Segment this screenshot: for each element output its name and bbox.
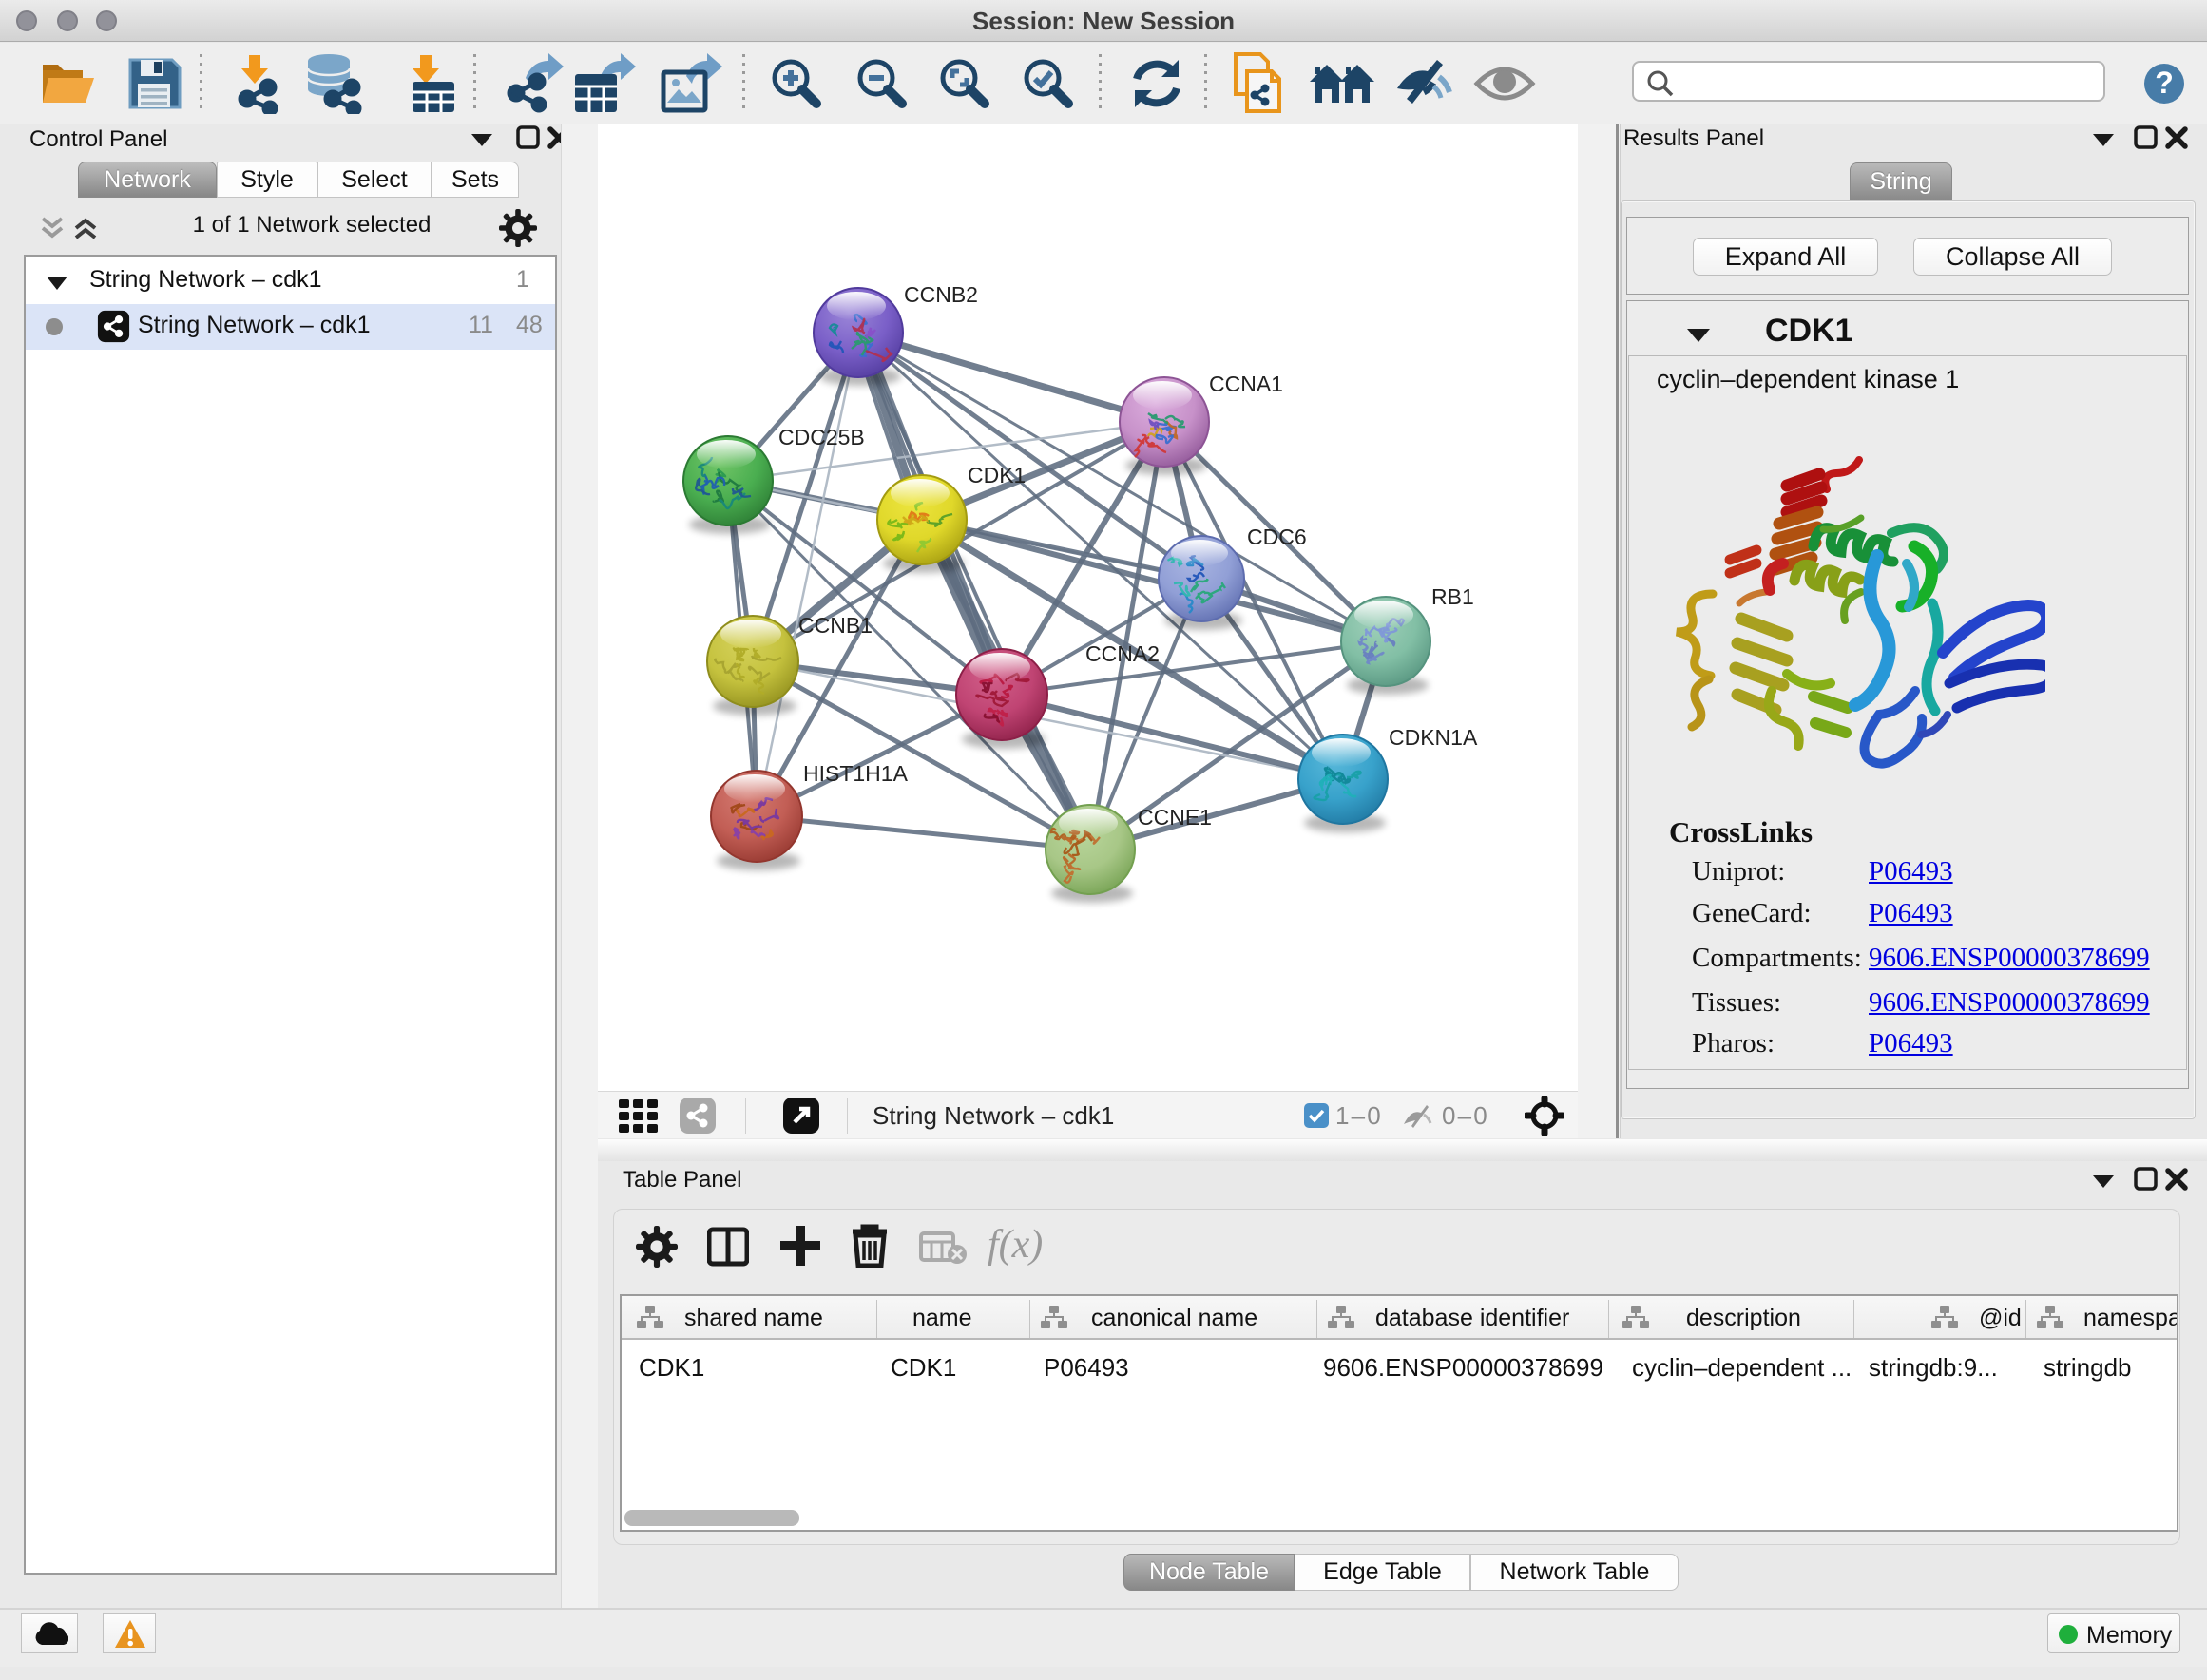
svg-text:RB1: RB1: [1431, 584, 1474, 609]
svg-text:CCNB2: CCNB2: [904, 282, 978, 307]
svg-text:CCNE1: CCNE1: [1138, 805, 1212, 830]
svg-text:?: ?: [2155, 66, 2174, 100]
svg-text:HIST1H1A: HIST1H1A: [803, 761, 909, 786]
svg-text:CDC6: CDC6: [1247, 525, 1307, 549]
svg-text:CCNA1: CCNA1: [1209, 372, 1283, 396]
svg-text:CDC25B: CDC25B: [778, 425, 865, 449]
svg-text:CDK1: CDK1: [968, 463, 1026, 487]
svg-text:CDKN1A: CDKN1A: [1389, 725, 1478, 750]
svg-text:CCNB1: CCNB1: [798, 613, 873, 638]
svg-text:CCNA2: CCNA2: [1085, 641, 1160, 666]
